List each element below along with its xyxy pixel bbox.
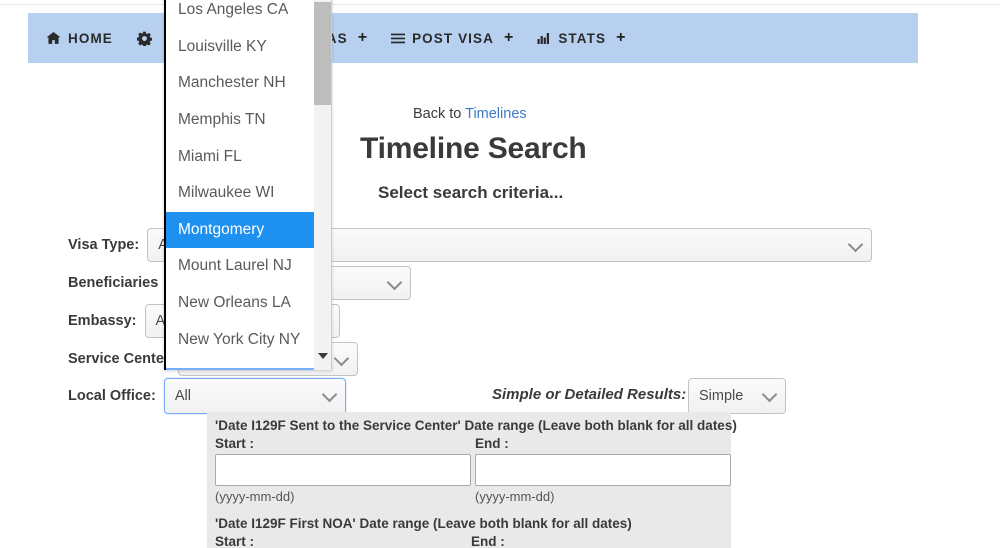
label-results-mode: Simple or Detailed Results: xyxy=(492,386,687,403)
label-beneficiaries: Beneficiaries xyxy=(68,275,159,291)
dropdown-option-label: Louisville KY xyxy=(178,37,267,55)
dropdown-option[interactable]: New York City NY xyxy=(166,321,331,358)
label-embassy: Embassy: xyxy=(68,313,137,329)
nav-label-home: HOME xyxy=(68,30,113,46)
date-range-end-column: End : (yyyy-mm-dd) xyxy=(475,436,731,504)
dropdown-option[interactable]: Memphis TN xyxy=(166,102,331,139)
breadcrumb: Back to Timelines xyxy=(413,106,527,122)
chart-bars-icon xyxy=(537,32,551,44)
date-range-end-column: End : xyxy=(471,534,723,548)
main-navigation: HOME + COMMON VISAS + xyxy=(28,13,918,63)
nav-plus-stats[interactable]: + xyxy=(616,30,625,46)
breadcrumb-prefix: Back to xyxy=(413,106,466,122)
select-results-mode-value: Simple xyxy=(699,388,744,404)
label-end: End : xyxy=(475,436,509,451)
dropdown-scrollbar[interactable] xyxy=(314,0,331,370)
form-row-results-mode: Simple xyxy=(688,378,786,414)
dropdown-option[interactable]: Miami FL xyxy=(166,138,331,175)
label-local-office: Local Office: xyxy=(68,388,156,404)
home-icon xyxy=(46,31,61,45)
date-range-start-column: Start : (yyyy-mm-dd) xyxy=(215,436,471,504)
hamburger-icon xyxy=(391,33,406,44)
date-range-start-column: Start : xyxy=(215,534,467,548)
scroll-down-arrow-icon[interactable] xyxy=(314,348,331,364)
label-start: Start : xyxy=(215,534,255,548)
label-service-center: Service Center xyxy=(68,351,170,367)
nav-label-stats: STATS xyxy=(558,30,607,46)
nav-plus-common-visas[interactable]: + xyxy=(358,30,367,46)
page-title: Timeline Search xyxy=(360,132,587,165)
nav-item-stats[interactable]: STATS xyxy=(537,31,606,46)
dropdown-option-label: Mount Laurel NJ xyxy=(178,257,292,275)
hint-end-format: (yyyy-mm-dd) xyxy=(475,489,555,504)
dropdown-option-label: Manchester NH xyxy=(178,74,286,92)
select-local-office[interactable]: All xyxy=(163,378,346,414)
dropdown-option-label: New Orleans LA xyxy=(178,294,291,312)
hint-start-format: (yyyy-mm-dd) xyxy=(215,489,295,504)
dropdown-option-label: Los Angeles CA xyxy=(178,1,289,19)
breadcrumb-link-timelines[interactable]: Timelines xyxy=(465,106,527,122)
dropdown-scrollbar-thumb[interactable] xyxy=(314,2,331,105)
label-visa-type: Visa Type: xyxy=(68,237,140,253)
date-range-title: 'Date I129F Sent to the Service Center' … xyxy=(215,418,737,433)
page-subtitle: Select search criteria... xyxy=(378,183,564,202)
label-start: Start : xyxy=(215,436,255,451)
date-range-title: 'Date I129F First NOA' Date range (Leave… xyxy=(215,516,632,531)
select-results-mode[interactable]: Simple xyxy=(688,378,786,414)
label-end: End : xyxy=(471,534,505,548)
top-divider xyxy=(0,4,1000,5)
local-office-dropdown-listbox[interactable]: Los Angeles CA Louisville KY Manchester NH… xyxy=(164,0,332,370)
form-row-local-office: Local Office: All xyxy=(68,378,346,414)
dropdown-option-label: Montgomery xyxy=(178,220,265,238)
page-root: HOME + COMMON VISAS + xyxy=(0,0,1000,548)
gear-icon xyxy=(136,31,152,46)
nav-plus-post-visa[interactable]: + xyxy=(504,30,513,46)
nav-label-post-visa: POST VISA xyxy=(412,30,494,46)
input-start-date[interactable] xyxy=(215,454,471,486)
nav-item-settings[interactable] xyxy=(136,31,159,46)
input-end-date[interactable] xyxy=(475,454,731,486)
dropdown-option-label: Milwaukee WI xyxy=(178,184,275,202)
dropdown-bottom-edge xyxy=(166,368,331,370)
date-range-panel-sent-to-service-center: 'Date I129F Sent to the Service Center' … xyxy=(207,412,737,512)
dropdown-option[interactable]: Montgomery xyxy=(166,211,331,249)
select-local-office-value: All xyxy=(174,388,191,404)
dropdown-option-label: Memphis TN xyxy=(178,111,266,129)
date-range-panel-first-noa: 'Date I129F First NOA' Date range (Leave… xyxy=(207,510,731,548)
nav-item-home[interactable]: HOME xyxy=(46,31,113,46)
dropdown-option-list: Los Angeles CA Louisville KY Manchester NH… xyxy=(166,0,331,370)
dropdown-option[interactable]: Mount Laurel NJ xyxy=(166,248,331,285)
dropdown-option-label: Miami FL xyxy=(178,147,242,165)
dropdown-option[interactable]: Los Angeles CA xyxy=(166,0,331,29)
dropdown-option[interactable]: Milwaukee WI xyxy=(166,175,331,212)
dropdown-option[interactable]: Manchester NH xyxy=(166,65,331,102)
dropdown-option[interactable]: New Orleans LA xyxy=(166,285,331,322)
dropdown-option-label: New York City NY xyxy=(178,330,301,348)
nav-item-post-visa[interactable]: POST VISA xyxy=(391,31,494,46)
dropdown-option[interactable]: Louisville KY xyxy=(166,29,331,66)
